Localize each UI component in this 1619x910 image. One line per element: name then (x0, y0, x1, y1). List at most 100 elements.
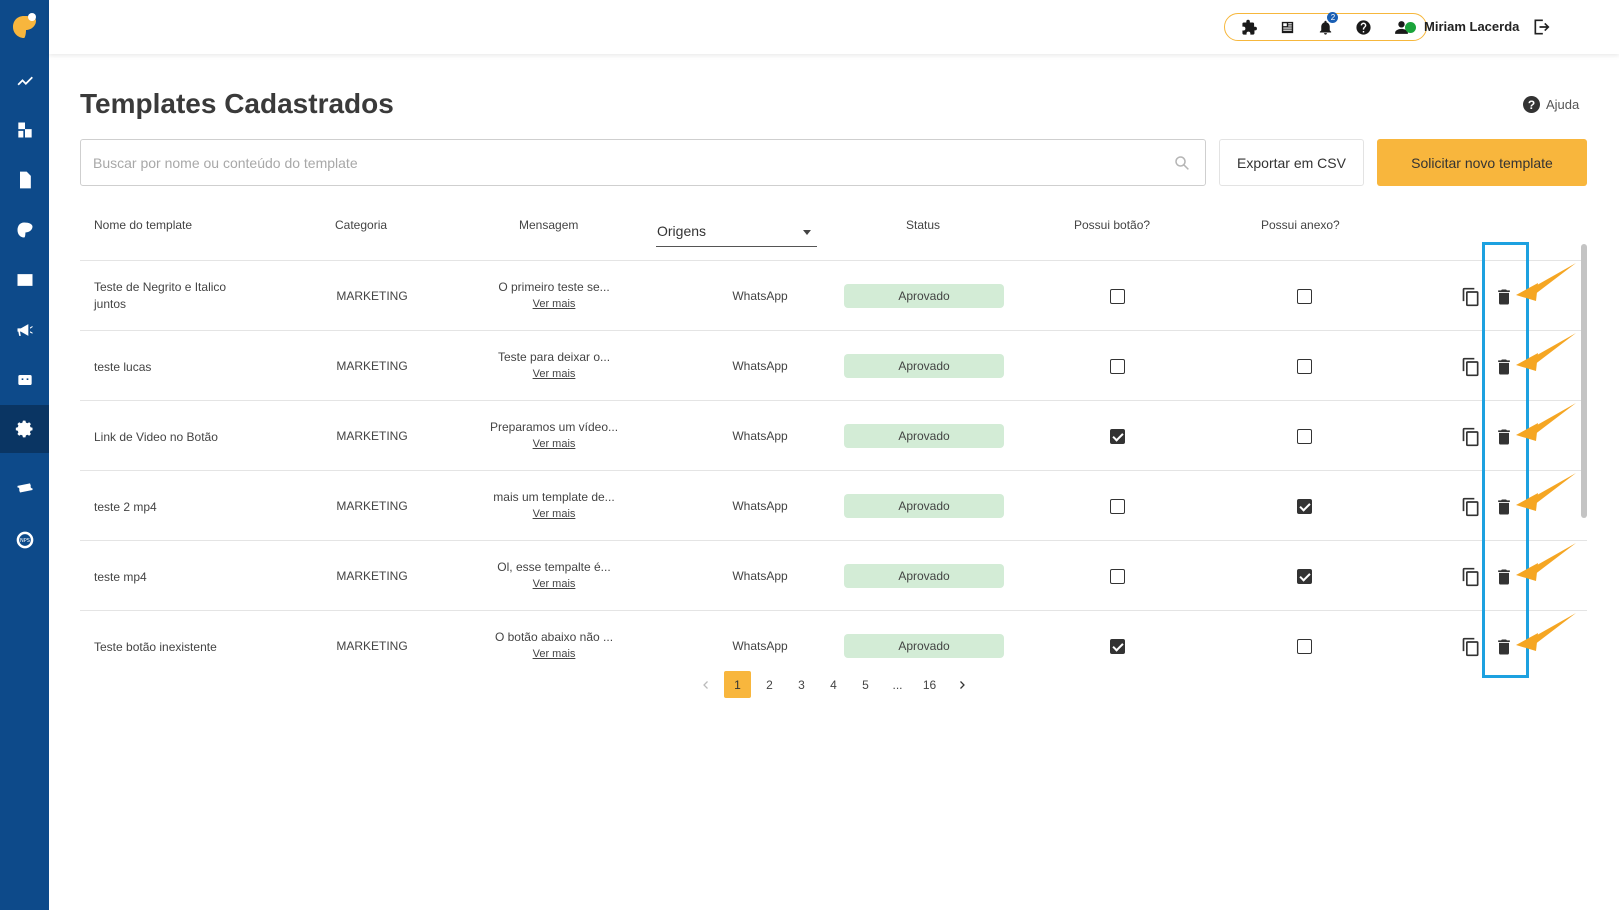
sidebar-item-bot[interactable] (0, 356, 49, 404)
logout-icon[interactable] (1532, 17, 1552, 37)
has-attachment-checkbox[interactable] (1297, 499, 1312, 514)
template-message: O botão abaixo não ... Ver mais (474, 629, 634, 663)
next-page-icon[interactable] (948, 671, 975, 698)
sidebar-item-documents[interactable] (0, 156, 49, 204)
sidebar-item-dashboard[interactable] (0, 56, 49, 104)
see-more-link[interactable]: Ver mais (474, 296, 634, 313)
table-row: teste lucas MARKETING Teste para deixar … (80, 330, 1587, 400)
origins-filter-select[interactable]: Origens (656, 218, 817, 247)
template-origin: WhatsApp (732, 289, 788, 303)
template-origin: WhatsApp (732, 429, 788, 443)
has-attachment-checkbox[interactable] (1297, 429, 1312, 444)
column-header-status[interactable]: Status (906, 218, 940, 232)
help-link[interactable]: ? Ajuda (1523, 96, 1579, 113)
status-badge: Aprovado (844, 424, 1004, 448)
template-message: Ol, esse tempalte é... Ver mais (474, 559, 634, 593)
column-header-message[interactable]: Mensagem (519, 218, 578, 232)
sidebar-item-contacts[interactable] (0, 106, 49, 154)
column-header-has-button[interactable]: Possui botão? (1074, 218, 1150, 232)
has-attachment-checkbox[interactable] (1297, 639, 1312, 654)
trash-icon[interactable] (1494, 357, 1514, 377)
sidebar-item-email[interactable] (0, 256, 49, 304)
pagination-ellipsis: ... (892, 677, 903, 692)
app-logo-icon[interactable] (12, 12, 38, 40)
export-csv-button[interactable]: Exportar em CSV (1219, 139, 1364, 186)
page-button[interactable]: 1 (724, 671, 751, 698)
table-row: teste 2 mp4 MARKETING mais um template d… (80, 470, 1587, 540)
nps-icon: NPS (16, 531, 33, 549)
template-name: teste 2 mp4 (94, 500, 157, 514)
message-preview: Preparamos um vídeo... (489, 420, 619, 434)
newspaper-icon[interactable] (1278, 17, 1298, 37)
trash-icon[interactable] (1494, 287, 1514, 307)
sidebar-item-chat[interactable] (0, 206, 49, 254)
see-more-link[interactable]: Ver mais (474, 646, 634, 663)
see-more-link[interactable]: Ver mais (474, 506, 634, 523)
puzzle-icon[interactable] (1240, 17, 1260, 37)
message-preview: O botão abaixo não ... (494, 630, 614, 644)
template-message: Preparamos um vídeo... Ver mais (474, 419, 634, 453)
caret-down-icon (803, 230, 811, 235)
has-attachment-checkbox[interactable] (1297, 569, 1312, 584)
template-origin: WhatsApp (732, 499, 788, 513)
template-name: teste lucas (94, 360, 152, 374)
scrollbar[interactable] (1581, 244, 1587, 518)
toolbar-pill: 2 (1224, 12, 1427, 41)
see-more-link[interactable]: Ver mais (474, 576, 634, 593)
template-origin: WhatsApp (732, 639, 788, 653)
sidebar-item-tickets[interactable] (0, 466, 49, 514)
column-header-category[interactable]: Categoria (335, 218, 387, 232)
status-badge: Aprovado (844, 564, 1004, 588)
trash-icon[interactable] (1494, 567, 1514, 587)
has-button-checkbox[interactable] (1110, 429, 1125, 444)
has-button-checkbox[interactable] (1110, 569, 1125, 584)
template-name: Link de Video no Botão (94, 430, 218, 444)
has-button-checkbox[interactable] (1110, 639, 1125, 654)
column-header-has-attachment[interactable]: Possui anexo? (1261, 218, 1340, 232)
template-name: teste mp4 (94, 570, 147, 584)
status-badge: Aprovado (844, 634, 1004, 658)
page-button[interactable]: 2 (756, 671, 783, 698)
template-message: Teste para deixar o... Ver mais (474, 349, 634, 383)
copy-icon[interactable] (1461, 287, 1481, 307)
trash-icon[interactable] (1494, 497, 1514, 517)
status-badge: Aprovado (844, 284, 1004, 308)
user-name[interactable]: Miriam Lacerda (1424, 19, 1519, 34)
trash-icon[interactable] (1494, 427, 1514, 447)
page-button[interactable]: 5 (852, 671, 879, 698)
request-new-template-button[interactable]: Solicitar novo template (1377, 139, 1587, 186)
copy-icon[interactable] (1461, 567, 1481, 587)
search-icon[interactable] (1173, 154, 1191, 172)
has-button-checkbox[interactable] (1110, 289, 1125, 304)
has-attachment-checkbox[interactable] (1297, 289, 1312, 304)
has-attachment-checkbox[interactable] (1297, 359, 1312, 374)
chart-line-icon (17, 76, 33, 86)
copy-icon[interactable] (1461, 357, 1481, 377)
sidebar-item-campaigns[interactable] (0, 306, 49, 354)
copy-icon[interactable] (1461, 427, 1481, 447)
has-button-checkbox[interactable] (1110, 359, 1125, 374)
sidebar-item-settings[interactable] (0, 405, 49, 453)
copy-icon[interactable] (1461, 637, 1481, 657)
see-more-link[interactable]: Ver mais (474, 436, 634, 453)
document-icon (19, 171, 31, 189)
template-origin: WhatsApp (732, 359, 788, 373)
has-button-checkbox[interactable] (1110, 499, 1125, 514)
template-category: MARKETING (336, 289, 408, 303)
page-button[interactable]: 4 (820, 671, 847, 698)
status-badge: Aprovado (844, 494, 1004, 518)
page-button[interactable]: 16 (916, 671, 943, 698)
bell-icon[interactable]: 2 (1315, 12, 1339, 37)
status-badge: Aprovado (844, 354, 1004, 378)
page-button[interactable]: 3 (788, 671, 815, 698)
chat-bubble-icon (17, 222, 32, 238)
see-more-link[interactable]: Ver mais (474, 366, 634, 383)
help-circle-icon[interactable] (1353, 17, 1373, 37)
sidebar-item-nps[interactable]: NPS (0, 516, 49, 564)
trash-icon[interactable] (1494, 637, 1514, 657)
copy-icon[interactable] (1461, 497, 1481, 517)
search-input[interactable] (81, 140, 1141, 185)
table-row: Teste de Negrito e Italico juntos MARKET… (80, 260, 1587, 330)
prev-page-icon[interactable] (692, 671, 719, 698)
column-header-name[interactable]: Nome do template (94, 218, 192, 232)
